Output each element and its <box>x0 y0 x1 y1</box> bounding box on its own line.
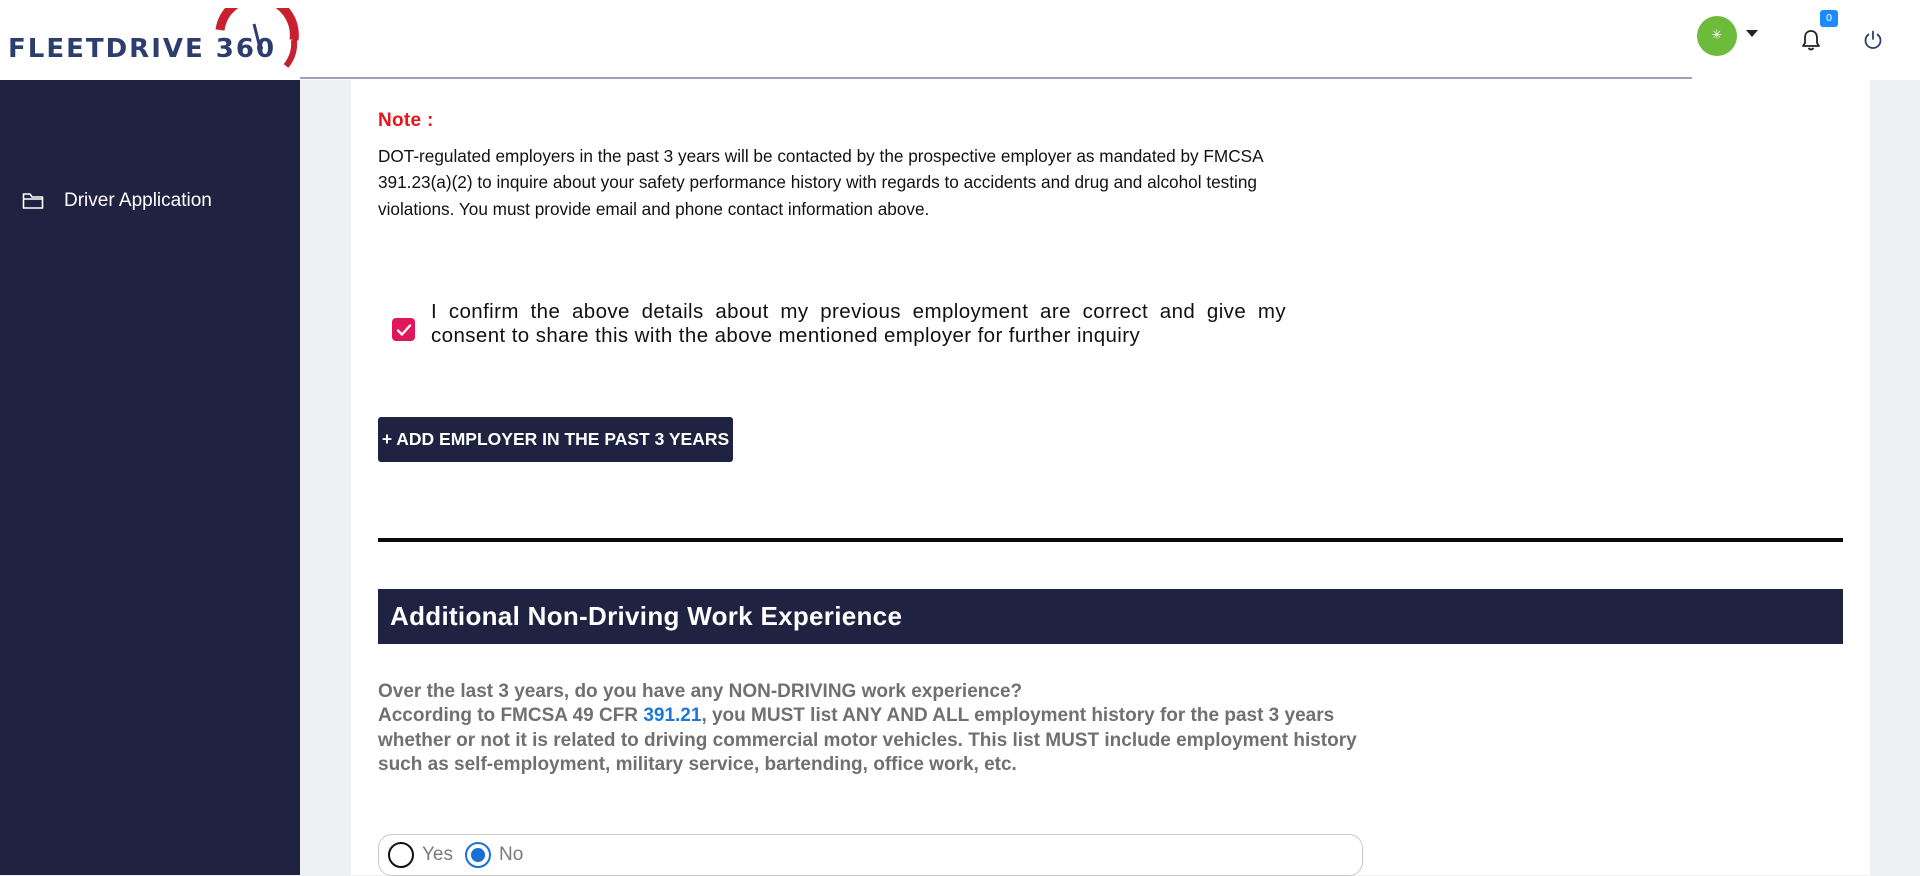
consent-row: I confirm the above details about my pre… <box>392 300 1292 348</box>
consent-label: I confirm the above details about my pre… <box>431 300 1286 347</box>
top-header: FLEETDRIVE 360 ✳ 0 <box>0 0 1920 80</box>
header-divider <box>300 77 1692 79</box>
section-title: Additional Non-Driving Work Experience <box>378 589 1843 644</box>
speedometer-icon <box>215 8 299 68</box>
folder-icon <box>22 193 44 209</box>
question-regulation-text: According to FMCSA 49 CFR 391.21, you MU… <box>378 704 1378 777</box>
power-icon[interactable] <box>1862 29 1884 51</box>
notification-badge: 0 <box>1820 10 1838 27</box>
note-body: DOT-regulated employers in the past 3 ye… <box>378 146 1263 219</box>
option-label: Yes <box>422 844 453 865</box>
checkmark-icon <box>396 323 411 336</box>
fleetdrive-logo[interactable]: FLEETDRIVE 360 <box>6 8 302 72</box>
bell-icon[interactable] <box>1800 28 1822 52</box>
sidebar-item-driver-application[interactable]: Driver Application <box>0 180 300 222</box>
work-experience-radio-group: Yes No <box>378 834 1363 876</box>
regulation-prefix: According to FMCSA 49 CFR <box>378 705 644 727</box>
avatar[interactable]: ✳ <box>1697 16 1737 56</box>
radio-no[interactable] <box>465 842 491 868</box>
option-label: No <box>499 844 524 865</box>
sidebar-item-label: Driver Application <box>64 190 212 211</box>
option-no[interactable]: No <box>465 842 523 868</box>
consent-checkbox[interactable] <box>392 318 415 341</box>
option-yes[interactable]: Yes <box>388 842 453 868</box>
section-divider <box>378 538 1843 542</box>
chevron-down-icon[interactable] <box>1746 30 1758 37</box>
sidebar: Driver Application <box>0 80 300 875</box>
regulation-link[interactable]: 391.21 <box>643 705 701 726</box>
question-line: Over the last 3 years, do you have any N… <box>378 681 1023 702</box>
add-employer-button[interactable]: + ADD EMPLOYER IN THE PAST 3 YEARS <box>378 417 733 462</box>
note-title: Note : <box>378 110 434 131</box>
non-driving-question: Over the last 3 years, do you have any N… <box>378 680 1378 777</box>
radio-yes[interactable] <box>388 842 414 868</box>
